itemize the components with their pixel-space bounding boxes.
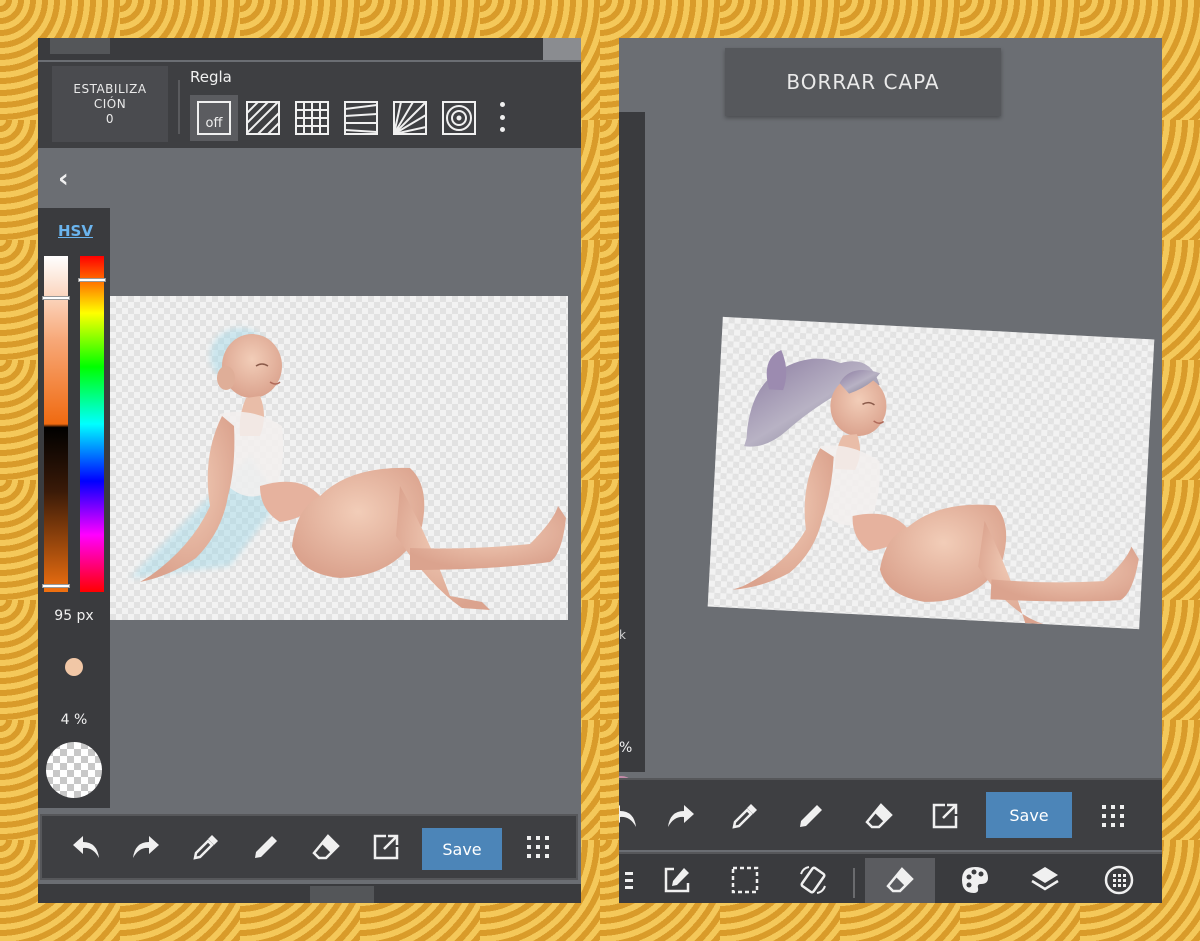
eyedropper-button[interactable] bbox=[723, 794, 767, 838]
stabilization-value: 0 bbox=[105, 112, 115, 126]
palette-icon bbox=[962, 867, 988, 893]
figure-drawing bbox=[130, 328, 566, 610]
export-icon bbox=[373, 834, 399, 860]
chevron-left-icon[interactable]: ‹ bbox=[58, 164, 69, 194]
redo-button[interactable] bbox=[124, 825, 168, 869]
bottom-strip bbox=[38, 884, 581, 903]
ruler-off-icon: off bbox=[197, 101, 231, 135]
selection-button[interactable] bbox=[723, 858, 767, 902]
redo-icon bbox=[133, 836, 159, 858]
opacity-value-partial[interactable]: % bbox=[619, 740, 632, 756]
pen-icon bbox=[255, 836, 277, 858]
export-button[interactable] bbox=[923, 794, 967, 838]
grid-icon bbox=[295, 101, 329, 135]
eyedropper-icon bbox=[732, 804, 757, 829]
sv-slider-handle-bottom[interactable] bbox=[42, 584, 70, 588]
eraser-icon bbox=[865, 803, 893, 829]
radial-lines-icon bbox=[393, 101, 427, 135]
eyedropper-button[interactable] bbox=[184, 825, 228, 869]
more-options-icon[interactable] bbox=[496, 102, 508, 132]
stabilization-label-1: ESTABILIZA bbox=[73, 82, 147, 96]
undo-button[interactable] bbox=[64, 825, 108, 869]
hue-slider[interactable] bbox=[80, 256, 104, 592]
toolbar-divider bbox=[178, 80, 180, 134]
eyedropper-icon bbox=[193, 835, 218, 860]
bottom-toolbar: Save bbox=[40, 814, 578, 880]
materials-button[interactable] bbox=[1097, 858, 1141, 902]
circle-grid-icon bbox=[1104, 865, 1134, 895]
ruler-perspective-button[interactable] bbox=[337, 95, 385, 141]
undo-icon bbox=[73, 836, 99, 858]
parallel-lines-icon bbox=[246, 101, 280, 135]
stabilization-button[interactable]: ESTABILIZA CIÓN 0 bbox=[52, 66, 168, 142]
redo-icon bbox=[668, 805, 694, 827]
eraser-button[interactable] bbox=[304, 825, 348, 869]
color-palette-button[interactable] bbox=[953, 858, 997, 902]
eraser-icon bbox=[886, 867, 914, 893]
bottom-tab[interactable] bbox=[310, 886, 374, 903]
menu-grid-button[interactable] bbox=[516, 825, 560, 869]
sv-slider-handle-top[interactable] bbox=[42, 296, 70, 300]
top-strip bbox=[38, 38, 581, 60]
ruler-title: Regla bbox=[190, 68, 232, 86]
stabilization-label-2: CIÓN bbox=[93, 97, 127, 111]
menu-button-partial[interactable] bbox=[619, 858, 645, 902]
pen-icon bbox=[800, 805, 822, 827]
color-panel: HSV 95 px 4 % bbox=[38, 208, 110, 808]
top-right-tab[interactable] bbox=[543, 38, 581, 60]
eraser-icon bbox=[312, 834, 340, 860]
ruler-concentric-button[interactable] bbox=[435, 95, 483, 141]
top-tab[interactable] bbox=[50, 38, 110, 54]
ruler-parallel-button[interactable] bbox=[239, 95, 287, 141]
opacity-value[interactable]: 4 % bbox=[38, 712, 110, 728]
tab-divider bbox=[853, 868, 855, 898]
ruler-radial-button[interactable] bbox=[386, 95, 434, 141]
grid-dots-icon bbox=[527, 836, 549, 858]
export-button[interactable] bbox=[364, 825, 408, 869]
save-button[interactable]: Save bbox=[986, 792, 1072, 838]
concentric-circles-icon bbox=[442, 101, 476, 135]
saturation-value-slider[interactable] bbox=[44, 256, 68, 592]
rotate-screen-icon bbox=[800, 866, 826, 894]
clear-layer-button[interactable]: BORRAR CAPA bbox=[725, 48, 1001, 116]
edit-layer-button[interactable] bbox=[655, 858, 699, 902]
bottom-toolbar-right: Save bbox=[619, 778, 1162, 850]
right-screenshot: BORRAR CAPA k % Save bbox=[619, 38, 1162, 903]
rotate-canvas-button[interactable] bbox=[791, 858, 835, 902]
undo-button-partial[interactable] bbox=[619, 794, 645, 838]
bottom-tab-bar-right bbox=[619, 852, 1162, 903]
layers-button[interactable] bbox=[1023, 858, 1067, 902]
save-button[interactable]: Save bbox=[422, 828, 502, 870]
redo-button[interactable] bbox=[659, 794, 703, 838]
figure-drawing-with-hair bbox=[732, 349, 1139, 625]
ruler-grid-button[interactable] bbox=[288, 95, 336, 141]
undo-icon bbox=[619, 805, 636, 827]
drawing-canvas-rotated[interactable] bbox=[707, 316, 1155, 630]
ruler-off-button[interactable]: off bbox=[190, 95, 238, 141]
hue-slider-handle[interactable] bbox=[78, 278, 106, 282]
pen-button[interactable] bbox=[789, 794, 833, 838]
eraser-tab-button[interactable] bbox=[878, 858, 922, 902]
hsv-mode-link[interactable]: HSV bbox=[58, 222, 93, 240]
side-mark: k bbox=[619, 628, 626, 642]
brush-size-value[interactable]: 95 px bbox=[38, 608, 110, 624]
export-icon bbox=[932, 803, 958, 829]
eraser-tab-active[interactable] bbox=[865, 858, 935, 903]
brush-preview-dot bbox=[65, 658, 83, 676]
eraser-button[interactable] bbox=[857, 794, 901, 838]
color-panel-partial: k % bbox=[619, 112, 645, 832]
perspective-lines-icon bbox=[344, 101, 378, 135]
pen-button[interactable] bbox=[244, 825, 288, 869]
left-screenshot: ESTABILIZA CIÓN 0 Regla off ‹ HSV 95 px … bbox=[38, 38, 581, 903]
menu-grid-button[interactable] bbox=[1091, 794, 1135, 838]
ruler-off-label: off bbox=[205, 116, 223, 131]
layers-icon bbox=[1031, 867, 1059, 891]
ruler-toolbar: ESTABILIZA CIÓN 0 Regla off bbox=[38, 62, 581, 148]
selection-marquee-icon bbox=[731, 866, 759, 894]
current-color-swatch[interactable] bbox=[46, 742, 102, 798]
drawing-canvas[interactable] bbox=[110, 296, 568, 620]
edit-square-icon bbox=[664, 867, 690, 893]
grid-dots-icon bbox=[1102, 805, 1124, 827]
menu-icon bbox=[625, 872, 633, 889]
